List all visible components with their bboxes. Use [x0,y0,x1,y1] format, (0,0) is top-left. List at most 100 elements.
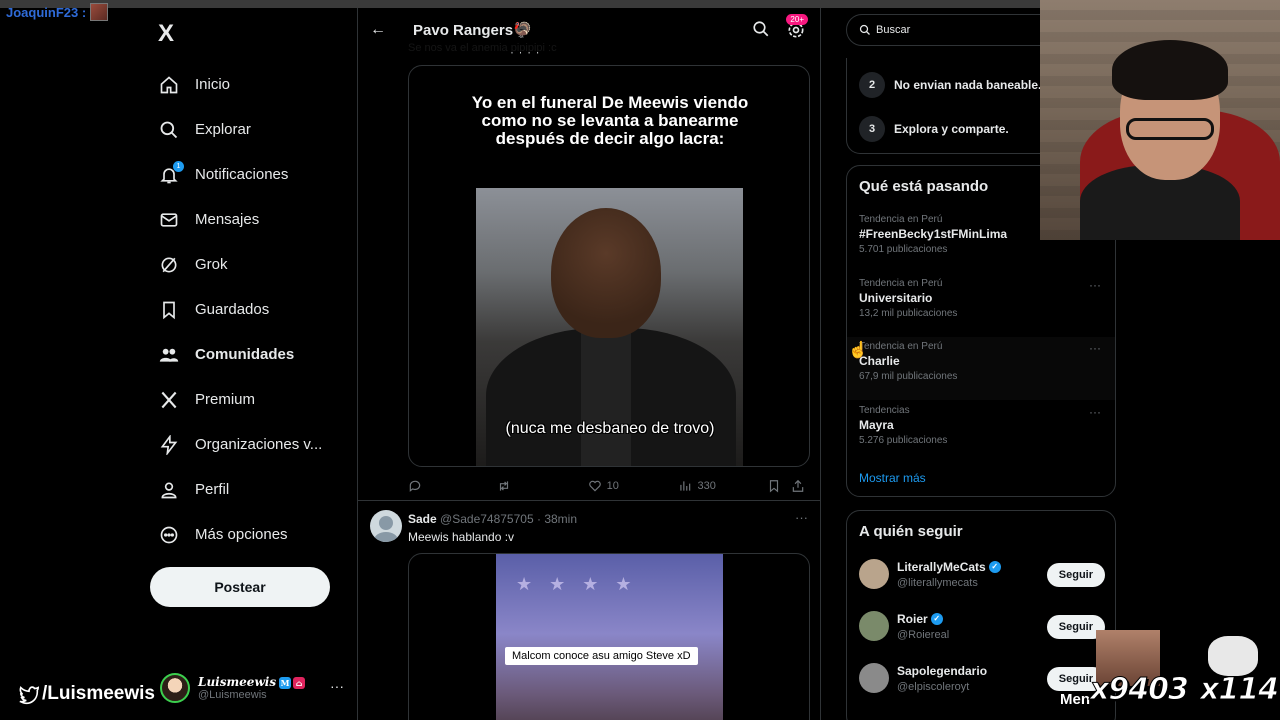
nav-label: Explorar [195,121,251,138]
share-icon [792,479,804,492]
trend-item[interactable]: Tendencia en Perú Charlie 67,9 mil publi… [847,337,1115,400]
nav-item-inicio[interactable]: Inicio [158,62,348,107]
like-button[interactable]: 10 [588,479,679,493]
mail-icon [158,209,180,231]
tweet-author-name[interactable]: Sade [408,512,437,526]
verified-icon: ✓ [988,561,1001,573]
stream-counter-right: x114 [1200,672,1280,708]
follow-name: LiterallyMeCats [897,560,986,574]
nav-label: Grok [195,256,228,273]
follow-suggestion[interactable]: Roier ✓ @Roiereal Seguir [859,607,1109,647]
tweet-time[interactable]: · 38min [537,512,577,526]
nav-item-notificaciones[interactable]: 1 Notificaciones [158,152,348,197]
rule-number: 3 [859,116,885,142]
chat-emote-icon [90,3,109,21]
nav-item-premium[interactable]: Premium [158,377,348,422]
more-dots-icon[interactable]: ··· [1089,278,1101,292]
x-logo-icon[interactable]: X [158,20,174,48]
notification-count-badge: 20+ [786,14,808,25]
avatar[interactable] [859,559,889,589]
nav-label: Comunidades [195,346,295,363]
meme-subtitle: (nuca me desbaneo de trovo) [505,420,715,437]
tweet-media[interactable]: Yo en el funeral De Meewis viendo como n… [408,65,810,467]
more-dots-icon[interactable]: ··· [330,678,344,694]
person-icon [158,479,180,501]
trend-item[interactable]: Tendencia en Perú Universitario 13,2 mil… [847,274,1115,337]
left-sidebar: X Inicio Explorar 1 Notificaciones Mensa… [148,8,348,720]
more-dots-icon[interactable]: ··· [1089,405,1101,419]
trends-title: Qué está pasando [859,178,989,195]
tweet-author-handle[interactable]: @Sade74875705 [440,512,534,526]
nav-item-organizaciones[interactable]: Organizaciones v... [158,422,348,467]
more-circle-icon [158,524,180,546]
back-arrow-icon[interactable]: ← [358,21,398,39]
retweet-button[interactable] [497,479,588,493]
trend-count: 13,2 mil publicaciones [859,308,958,319]
rule-item: 2 No envian nada baneable. [859,72,1041,98]
view-count: 330 [697,480,716,492]
verified-icon: ✓ [930,613,943,625]
timeline-header: ← Pavo Rangers🦃 20+ [358,8,820,52]
more-dots-icon[interactable]: ··· [1089,341,1101,355]
nav-label: Mensajes [195,211,260,228]
bookmark-icon [770,480,779,493]
nav-item-explorar[interactable]: Explorar [158,107,348,152]
nav-item-mensajes[interactable]: Mensajes [158,197,348,242]
trend-category: Tendencia en Perú [859,278,943,289]
bookmark-icon [158,299,180,321]
webcam-glasses [1126,118,1214,140]
bookmark-button[interactable] [767,479,791,493]
trend-item[interactable]: Tendencias Mayra 5.276 publicaciones ··· [847,401,1115,464]
follow-handle: @Roiereal [897,629,950,641]
account-info: Luismeewis M ⌂ @Luismeewis [198,675,306,701]
meme-caption: Yo en el funeral De Meewis viendo como n… [471,93,749,148]
search-icon [859,24,870,35]
badge-lock-icon: ⌂ [293,677,306,689]
post-button[interactable]: Postear [150,567,330,607]
trend-name: Charlie [859,354,900,368]
rule-item: 3 Explora y comparte. [859,116,1009,142]
nav-label: Organizaciones v... [195,436,323,453]
views-button[interactable]: 330 [678,479,767,493]
tweet-header: Sade @Sade74875705 · 38min [408,512,577,526]
trend-category: Tendencia en Perú [859,341,943,352]
who-to-follow-panel: A quién seguir LiterallyMeCats ✓ @literal… [846,510,1116,720]
meme-figure-tie [581,328,631,466]
nav-item-grok[interactable]: Grok [158,242,348,287]
trend-name: Universitario [859,291,933,305]
default-avatar-icon[interactable] [370,510,402,542]
tweet-actions: 10 330 [408,476,810,496]
stream-emote-icon [1208,636,1258,676]
share-button[interactable] [791,479,810,493]
nav-label: Notificaciones [195,166,289,183]
twitter-bird-icon [19,686,39,705]
trend-category: Tendencias [859,405,910,416]
search-icon[interactable] [752,20,770,38]
tweet-video[interactable]: Malcom conoce asu amigo Steve xD [408,553,810,720]
nav-item-comunidades[interactable]: Comunidades [158,332,348,377]
trend-name: Mayra [859,418,894,432]
follow-button[interactable]: Seguir [1046,563,1105,587]
follow-name-row: Sapolegendario [897,664,987,678]
account-switcher[interactable]: Luismeewis M ⌂ @Luismeewis ··· [160,668,350,708]
nav-item-perfil[interactable]: Perfil [158,467,348,512]
more-dots-icon[interactable]: ··· [795,510,808,525]
follow-name-row: LiterallyMeCats ✓ [897,560,1001,574]
retweet-icon [499,481,508,491]
reply-button[interactable] [408,479,497,493]
account-name: Luismeewis [198,675,277,689]
mouse-cursor-icon: ☝ [848,342,868,359]
main-nav: Inicio Explorar 1 Notificaciones Mensaje… [158,62,348,557]
avatar[interactable] [859,663,889,693]
avatar[interactable] [859,611,889,641]
nav-item-mas-opciones[interactable]: Más opciones [158,512,348,557]
bell-icon: 1 [158,160,184,186]
stream-chat-user: JoaquinF23 : [6,3,109,21]
grok-icon [158,254,180,276]
follow-title: A quién seguir [859,523,963,540]
community-timeline: ← Pavo Rangers🦃 20+ Se nos va el anemia … [357,8,821,720]
show-more-link[interactable]: Mostrar más [859,471,926,485]
nav-item-guardados[interactable]: Guardados [158,287,348,332]
follow-suggestion[interactable]: LiterallyMeCats ✓ @literallymecats Seguir [859,555,1109,595]
account-name-row: Luismeewis M ⌂ [198,675,306,689]
